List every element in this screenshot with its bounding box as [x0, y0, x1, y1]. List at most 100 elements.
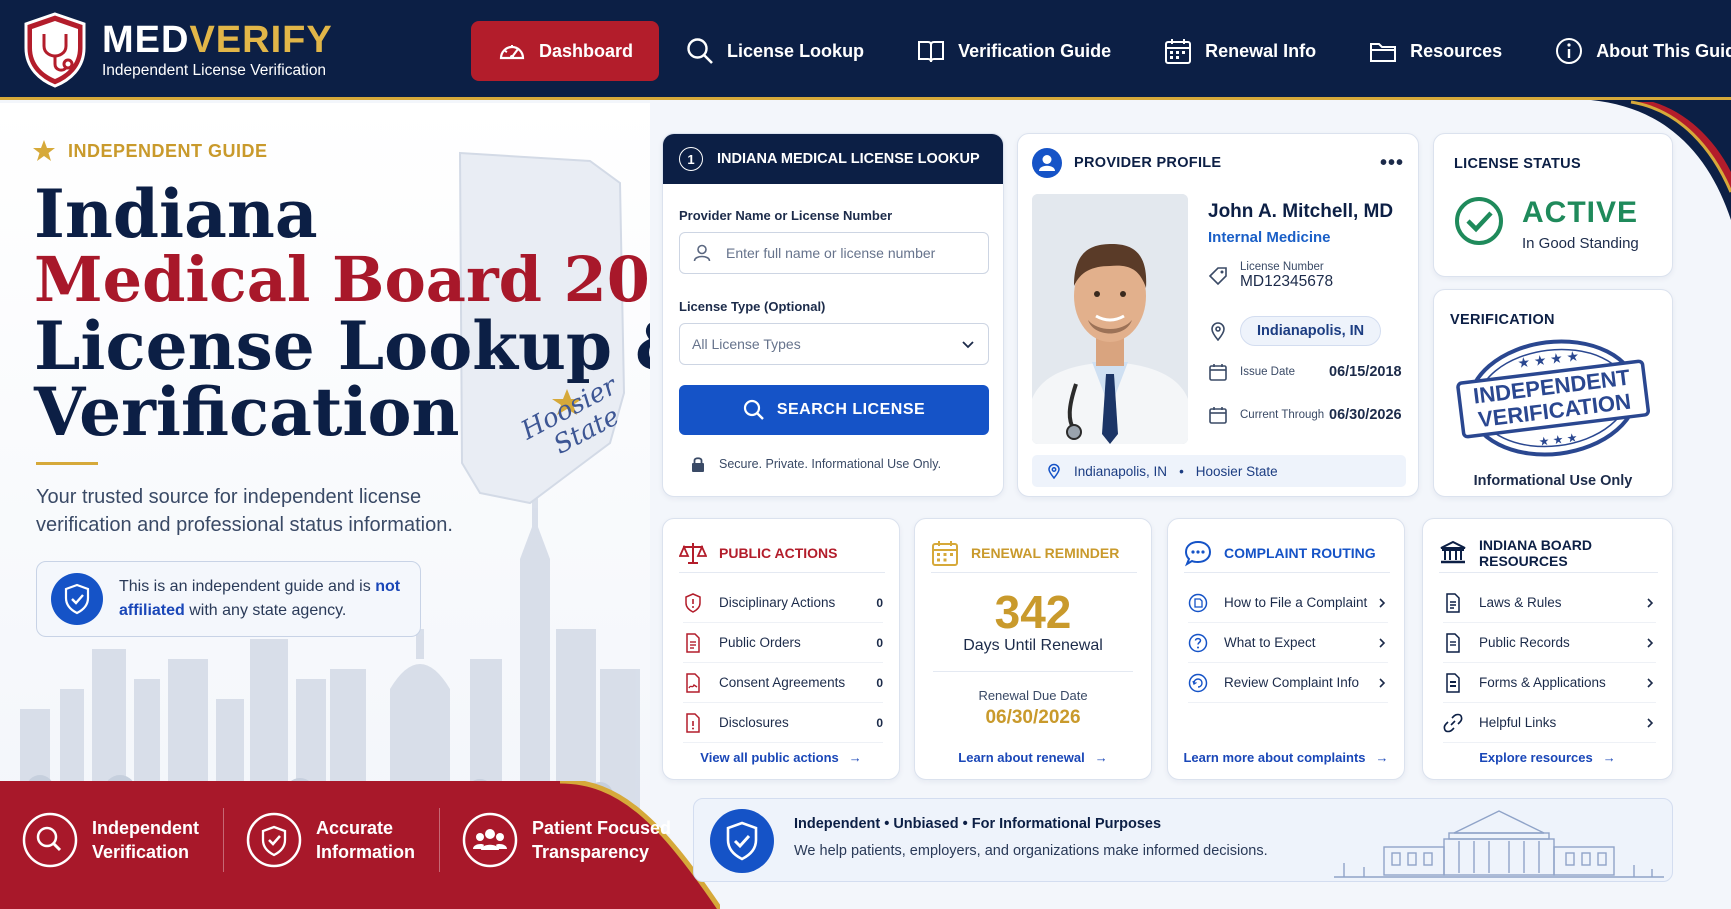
page-title: Indiana Medical Board 2026: License Look… — [34, 175, 650, 451]
mission-banner: Independent • Unbiased • For Information… — [693, 798, 1673, 882]
list-item[interactable]: How to File a Complaint — [1188, 583, 1388, 623]
list-item[interactable]: Disciplinary Actions 0 — [683, 583, 883, 623]
renewal-days-count: 342 — [994, 586, 1072, 638]
location-row: Indianapolis, IN — [1208, 316, 1382, 346]
doctor-portrait — [1032, 194, 1188, 444]
lookup-header: 1 INDIANA MEDICAL LICENSE LOOKUP — [663, 134, 1003, 184]
learn-complaints-link[interactable]: Learn more about complaints → — [1168, 750, 1404, 765]
step-number: 1 — [679, 147, 703, 171]
complaint-routing-card: COMPLAINT ROUTING How to File a Complain… — [1167, 518, 1405, 780]
search-icon — [687, 38, 713, 64]
provider-name-label: Provider Name or License Number — [679, 208, 893, 223]
list-item[interactable]: Review Complaint Info — [1188, 663, 1388, 703]
review-icon — [1188, 673, 1208, 692]
provider-name: John A. Mitchell, MD — [1208, 201, 1394, 222]
feature-patient-focused: Patient Focused Transparency — [462, 808, 695, 872]
list-item[interactable]: Public Records — [1443, 623, 1656, 663]
list-item[interactable]: Laws & Rules — [1443, 583, 1656, 623]
feature-independent-verification: Independent Verification — [22, 808, 224, 872]
nav-license-lookup[interactable]: License Lookup — [659, 21, 890, 81]
license-number: MD12345678 — [1240, 273, 1334, 290]
search-icon — [743, 399, 764, 420]
more-options-icon[interactable]: ••• — [1380, 152, 1404, 175]
list-item[interactable]: Consent Agreements 0 — [683, 663, 883, 703]
link-icon — [1443, 713, 1463, 732]
chevron-right-icon — [1379, 677, 1386, 688]
list-item[interactable]: Public Orders 0 — [683, 623, 883, 663]
star-icon — [33, 140, 55, 161]
hero-subtitle: Your trusted source for independent lice… — [36, 486, 453, 536]
calendar-icon — [1209, 364, 1227, 381]
shield-check-icon — [246, 812, 302, 868]
tag-icon — [1208, 267, 1227, 286]
verification-note: Informational Use Only — [1473, 473, 1633, 489]
shield-check-icon — [710, 809, 774, 873]
banner-description: We help patients, employers, and organiz… — [794, 843, 1268, 859]
calendar-icon — [1165, 39, 1192, 64]
gold-divider — [36, 462, 98, 465]
affiliation-disclaimer: This is an independent guide and is not … — [36, 561, 421, 637]
renewal-reminder-card: RENEWAL REMINDER 342 Days Until Renewal … — [914, 518, 1152, 780]
renewal-days-label: Days Until Renewal — [963, 637, 1103, 654]
shield-check-icon — [51, 573, 103, 625]
chevron-right-icon — [1647, 677, 1654, 688]
capitol-building-illustration — [1334, 810, 1664, 878]
issue-date: 06/15/2018 — [1329, 364, 1402, 380]
provider-search-input[interactable]: Enter full name or license number — [679, 232, 989, 274]
alert-shield-icon — [685, 592, 701, 613]
provider-specialty: Internal Medicine — [1208, 229, 1331, 246]
nav-resources[interactable]: Resources — [1342, 21, 1528, 81]
secure-note: Secure. Private. Informational Use Only. — [691, 456, 941, 472]
list-item[interactable]: What to Expect — [1188, 623, 1388, 663]
nav-dashboard[interactable]: Dashboard — [471, 21, 660, 81]
nav-verification-guide[interactable]: Verification Guide — [890, 21, 1137, 81]
list-item[interactable]: Forms & Applications — [1443, 663, 1656, 703]
public-actions-card: PUBLIC ACTIONS Disciplinary Actions 0 Pub… — [662, 518, 900, 780]
divider — [933, 671, 1133, 672]
calendar-icon — [1209, 407, 1227, 424]
brand-name: MEDVERIFY — [102, 19, 333, 61]
license-lookup-card: 1 INDIANA MEDICAL LICENSE LOOKUP Provide… — [662, 133, 1004, 497]
chevron-down-icon — [962, 341, 974, 349]
stamp-stars-bottom: ★ ★ ★ — [1538, 430, 1578, 449]
user-icon — [693, 244, 711, 262]
chat-bubble-icon — [1184, 540, 1212, 566]
list-item[interactable]: Helpful Links — [1443, 703, 1656, 743]
feature-accurate-information: Accurate Information — [246, 808, 440, 872]
current-through-date: 06/30/2026 — [1329, 407, 1402, 423]
renewal-due-date: 06/30/2026 — [985, 707, 1081, 728]
stamp-stars-top: ★ ★ ★ ★ — [1517, 348, 1580, 371]
lock-icon — [692, 457, 704, 472]
file-complaint-icon — [1188, 593, 1208, 612]
profile-location-strip: Indianapolis, IN • Hoosier State — [1032, 455, 1406, 487]
status-active: ACTIVE — [1522, 196, 1639, 229]
question-circle-icon — [1188, 633, 1208, 652]
map-pin-icon — [1048, 463, 1060, 479]
nav-about[interactable]: About This Guide — [1528, 21, 1731, 81]
nav-renewal-info[interactable]: Renewal Info — [1137, 21, 1342, 81]
arrow-right-icon: → — [848, 750, 862, 765]
issue-date-row: Issue Date — [1208, 362, 1295, 382]
current-through-row: Current Through — [1208, 405, 1324, 425]
government-building-icon — [1440, 540, 1466, 563]
provider-photo — [1032, 194, 1188, 444]
info-icon — [1556, 38, 1583, 64]
shield-stethoscope-icon — [24, 12, 86, 88]
chevron-right-icon — [1379, 637, 1386, 648]
chevron-right-icon — [1647, 717, 1654, 728]
chevron-right-icon — [1647, 637, 1654, 648]
list-item[interactable]: Disclosures 0 — [683, 703, 883, 743]
explore-resources-link[interactable]: Explore resources → — [1423, 750, 1672, 765]
view-public-actions-link[interactable]: View all public actions → — [663, 750, 899, 765]
book-icon — [918, 41, 945, 63]
learn-renewal-link[interactable]: Learn about renewal → — [915, 750, 1151, 765]
location-pill: Indianapolis, IN — [1240, 316, 1382, 346]
banner-tagline: Independent • Unbiased • For Information… — [794, 816, 1162, 832]
provider-profile-card: PROVIDER PROFILE ••• John A. Mitchell, M… — [1017, 133, 1419, 497]
search-license-button[interactable]: SEARCH LICENSE — [679, 385, 989, 435]
people-icon — [462, 812, 518, 868]
calendar-icon — [932, 540, 958, 566]
license-type-select[interactable]: All License Types — [679, 323, 989, 365]
brand-logo[interactable]: MEDVERIFY Independent License Verificati… — [22, 12, 333, 88]
document-icon — [686, 632, 700, 653]
